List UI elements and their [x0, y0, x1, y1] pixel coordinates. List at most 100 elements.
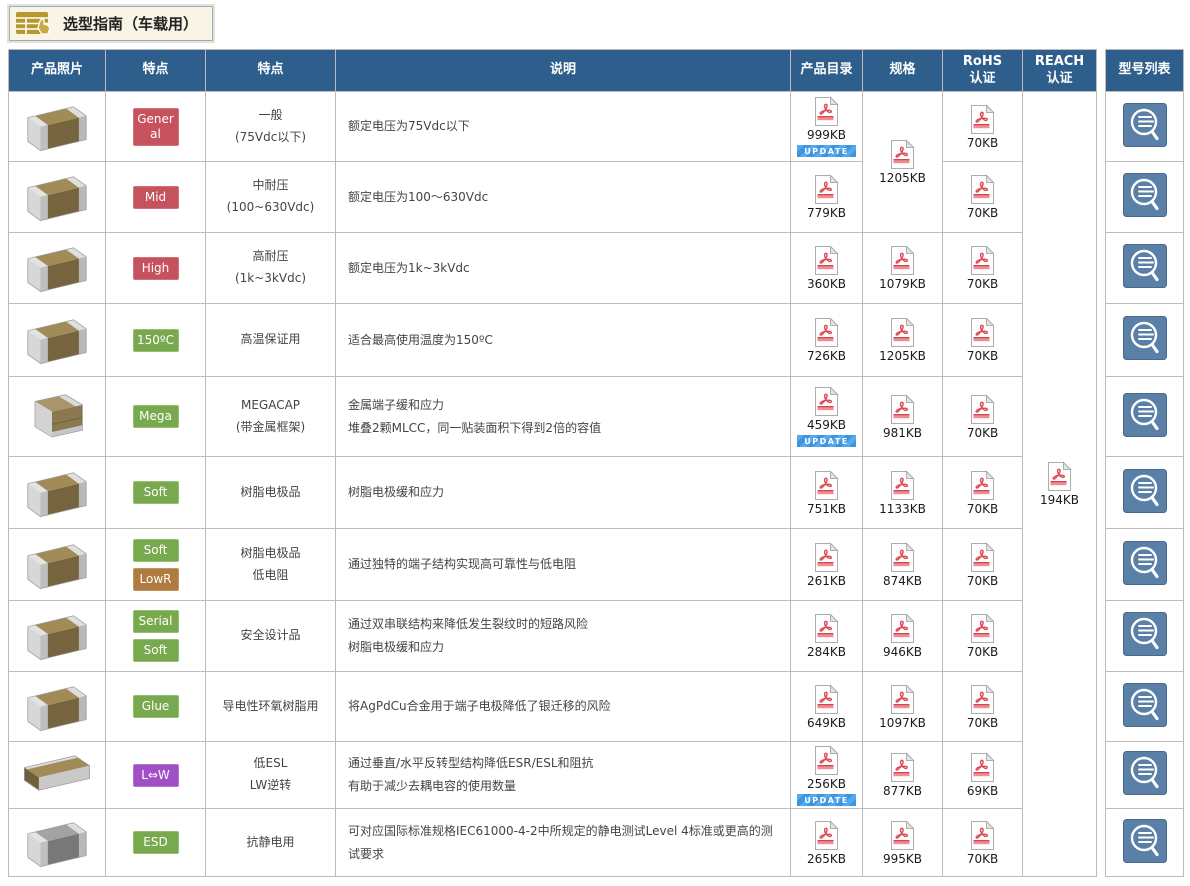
model-list-link[interactable] — [1122, 243, 1168, 289]
model-list-cell — [1106, 529, 1184, 601]
file-size: 265KB — [807, 852, 846, 866]
product-photo-cell — [9, 601, 106, 672]
feature-line: 导电性环氧树脂用 — [222, 699, 318, 713]
pdf-icon — [889, 317, 916, 348]
description-cell: 通过双串联结构来降低发生裂纹时的短路风险树脂电极缓和应力 — [336, 601, 791, 672]
model-list-row — [1106, 233, 1184, 304]
description-line: 额定电压为75Vdc以下 — [348, 119, 470, 133]
rohs-pdf-link[interactable]: 70KB — [967, 317, 998, 363]
feature-badge-cell: L⇔W — [106, 742, 206, 809]
spec-pdf-link[interactable]: 946KB — [883, 613, 922, 659]
rohs-pdf-link[interactable]: 70KB — [967, 542, 998, 588]
model-list-link[interactable] — [1122, 468, 1168, 514]
spec-pdf-link[interactable]: 877KB — [883, 752, 922, 798]
spec-pdf-link[interactable]: 995KB — [883, 820, 922, 866]
model-list-icon — [1122, 243, 1168, 289]
pdf-icon — [889, 470, 916, 501]
file-size: 70KB — [967, 426, 998, 440]
model-list-cell — [1106, 377, 1184, 457]
feature-text-cell: 导电性环氧树脂用 — [206, 672, 336, 742]
catalog-pdf-link[interactable]: 999KBUPDATE — [797, 96, 856, 157]
model-list-row — [1106, 162, 1184, 233]
pdf-icon — [813, 820, 840, 851]
catalog-pdf-link[interactable]: 360KB — [807, 245, 846, 291]
badge-stack: L⇔W — [106, 764, 205, 787]
catalog-cell: 779KB — [791, 162, 863, 233]
catalog-cell: 999KBUPDATE — [791, 92, 863, 162]
pdf-icon — [889, 752, 916, 783]
rohs-pdf-link[interactable]: 70KB — [967, 820, 998, 866]
rohs-pdf-link[interactable]: 70KB — [967, 104, 998, 150]
badge-stack: SoftLowR — [106, 539, 205, 591]
catalog-cell: 256KBUPDATE — [791, 742, 863, 809]
pdf-icon — [969, 470, 996, 501]
catalog-cell: 265KB — [791, 809, 863, 877]
catalog-pdf-link[interactable]: 284KB — [807, 613, 846, 659]
catalog-pdf-link[interactable]: 726KB — [807, 317, 846, 363]
table-row: Glue导电性环氧树脂用将AgPdCu合金用于端子电极降低了银迁移的风险649K… — [9, 672, 1097, 742]
spec-pdf-link[interactable]: 981KB — [883, 394, 922, 440]
model-list-link[interactable] — [1122, 102, 1168, 148]
rohs-pdf-link[interactable]: 70KB — [967, 470, 998, 516]
rohs-pdf-link[interactable]: 70KB — [967, 613, 998, 659]
feature-text-cell: 高温保证用 — [206, 304, 336, 377]
catalog-cell: 726KB — [791, 304, 863, 377]
catalog-pdf-link[interactable]: 779KB — [807, 174, 846, 220]
catalog-pdf-link[interactable]: 265KB — [807, 820, 846, 866]
file-size: 284KB — [807, 645, 846, 659]
badge-stack: General — [106, 108, 205, 146]
model-list-row — [1106, 601, 1184, 672]
feature-badge-cell: 150ºC — [106, 304, 206, 377]
catalog-pdf-link[interactable]: 256KBUPDATE — [797, 745, 856, 806]
file-size: 70KB — [967, 645, 998, 659]
feature-text-cell: 中耐压(100~630Vdc) — [206, 162, 336, 233]
model-list-link[interactable] — [1122, 540, 1168, 586]
product-photo-cell — [9, 233, 106, 304]
file-size: 995KB — [883, 852, 922, 866]
spec-pdf-link[interactable]: 874KB — [883, 542, 922, 588]
product-photo-chip — [15, 165, 99, 225]
rohs-pdf-link[interactable]: 69KB — [967, 752, 998, 798]
spec-cell: 1205KB — [863, 304, 943, 377]
feature-badge: 150ºC — [133, 329, 179, 352]
file-size: 70KB — [967, 574, 998, 588]
page-title-box: 选型指南（车载用） — [9, 6, 213, 41]
model-list-link[interactable] — [1122, 315, 1168, 361]
pdf-icon — [969, 684, 996, 715]
rohs-pdf-link[interactable]: 70KB — [967, 174, 998, 220]
product-photo-cell — [9, 377, 106, 457]
model-list-link[interactable] — [1122, 392, 1168, 438]
description-line: 额定电压为100～630Vdc — [348, 190, 488, 204]
model-list-icon — [1122, 750, 1168, 796]
spec-pdf-link[interactable]: 1097KB — [879, 684, 926, 730]
pdf-icon — [813, 684, 840, 715]
product-photo-chip — [15, 811, 99, 871]
feature-line: 抗静电用 — [246, 835, 294, 849]
rohs-pdf-link[interactable]: 70KB — [967, 394, 998, 440]
model-list-link[interactable] — [1122, 172, 1168, 218]
catalog-pdf-link[interactable]: 751KB — [807, 470, 846, 516]
reach-pdf-link[interactable]: 194KB — [1040, 461, 1079, 507]
model-list-link[interactable] — [1122, 611, 1168, 657]
spec-pdf-link[interactable]: 1079KB — [879, 245, 926, 291]
model-list-link[interactable] — [1122, 818, 1168, 864]
description-line: 适合最高使用温度为150ºC — [348, 333, 493, 347]
spec-pdf-link[interactable]: 1205KB — [879, 139, 926, 185]
model-header-row: 型号列表 — [1106, 50, 1184, 92]
catalog-pdf-link[interactable]: 649KB — [807, 684, 846, 730]
rohs-pdf-link[interactable]: 70KB — [967, 684, 998, 730]
rohs-cell: 70KB — [943, 233, 1023, 304]
product-photo-cell — [9, 742, 106, 809]
spec-pdf-link[interactable]: 1133KB — [879, 470, 926, 516]
spec-pdf-link[interactable]: 1205KB — [879, 317, 926, 363]
model-list-link[interactable] — [1122, 750, 1168, 796]
feature-badge-cell: SoftLowR — [106, 529, 206, 601]
model-list-row — [1106, 304, 1184, 377]
catalog-pdf-link[interactable]: 459KBUPDATE — [797, 386, 856, 447]
model-list-link[interactable] — [1122, 682, 1168, 728]
model-list-icon — [1122, 468, 1168, 514]
catalog-pdf-link[interactable]: 261KB — [807, 542, 846, 588]
pdf-icon — [969, 174, 996, 205]
pdf-icon — [813, 174, 840, 205]
rohs-pdf-link[interactable]: 70KB — [967, 245, 998, 291]
